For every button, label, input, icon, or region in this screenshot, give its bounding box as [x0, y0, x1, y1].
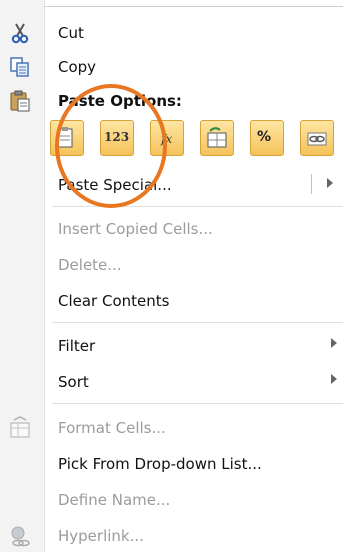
menu-item-filter[interactable]: Filter — [0, 331, 343, 361]
paste-formatting-button[interactable]: % — [250, 120, 284, 156]
submenu-arrow-icon — [331, 374, 337, 384]
format-cells-icon — [8, 416, 32, 440]
scissors-icon — [8, 21, 32, 45]
menu-item-hyperlink: Hyperlink... — [0, 521, 343, 551]
hyperlink-icon — [8, 524, 32, 548]
insert-copied-cells-label: Insert Copied Cells... — [58, 220, 213, 238]
menu-item-delete: Delete... — [0, 250, 343, 280]
menu-item-sort[interactable]: Sort — [0, 367, 343, 397]
clipboard-icon — [8, 89, 32, 113]
highlight-circle — [55, 84, 167, 208]
menu-item-copy[interactable]: Copy — [0, 52, 343, 82]
sort-label: Sort — [58, 373, 89, 391]
pick-from-list-label: Pick From Drop-down List... — [58, 455, 262, 473]
paste-options-header: Paste Options: — [0, 86, 343, 116]
paste-formatting-text: % — [257, 129, 272, 145]
define-name-label: Define Name... — [58, 491, 171, 509]
hyperlink-label: Hyperlink... — [58, 527, 144, 545]
top-divider — [44, 6, 343, 7]
transpose-icon — [207, 127, 227, 148]
menu-item-format-cells: Format Cells... — [0, 413, 343, 443]
delete-label: Delete... — [58, 256, 122, 274]
submenu-arrow-icon[interactable] — [327, 178, 333, 188]
paste-transpose-button[interactable] — [200, 120, 234, 156]
split-divider — [311, 174, 312, 194]
paste-link-button[interactable] — [300, 120, 334, 156]
menu-item-insert-copied-cells: Insert Copied Cells... — [0, 214, 343, 244]
link-icon — [307, 132, 327, 146]
copy-label: Copy — [58, 58, 97, 76]
clear-contents-label: Clear Contents — [58, 292, 170, 310]
menu-separator — [52, 206, 343, 207]
menu-item-clear-contents[interactable]: Clear Contents — [0, 286, 343, 316]
copy-icon — [8, 55, 32, 79]
menu-separator — [52, 403, 343, 404]
menu-item-pick-from-list[interactable]: Pick From Drop-down List... — [0, 449, 343, 479]
cut-label: Cut — [58, 24, 84, 42]
submenu-arrow-icon — [331, 338, 337, 348]
menu-item-define-name: Define Name... — [0, 485, 343, 515]
format-cells-label: Format Cells... — [58, 419, 166, 437]
filter-label: Filter — [58, 337, 96, 355]
menu-item-paste-special[interactable]: Paste Special... — [0, 170, 343, 200]
context-menu: Cut Copy Paste Options: 123 fx % Paste S… — [0, 0, 343, 552]
menu-separator — [52, 322, 343, 323]
menu-item-cut[interactable]: Cut — [0, 18, 343, 48]
